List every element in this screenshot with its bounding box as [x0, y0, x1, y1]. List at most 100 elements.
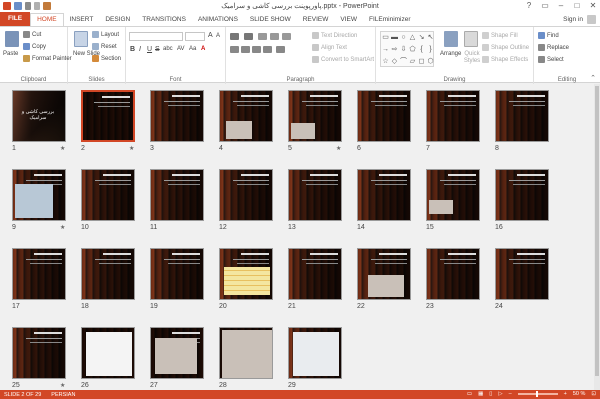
increase-indent-icon[interactable]: [270, 33, 279, 40]
slide-thumbnail[interactable]: [426, 169, 480, 221]
slide-thumbnail[interactable]: [81, 327, 135, 379]
minimize-icon[interactable]: –: [556, 1, 566, 11]
shape-outline-button[interactable]: Shape Outline: [482, 44, 529, 51]
font-color-button[interactable]: A: [201, 46, 205, 52]
reading-view-icon[interactable]: ▯: [489, 391, 492, 397]
slide-thumbnail[interactable]: [495, 169, 549, 221]
paste-button[interactable]: Paste: [3, 51, 18, 57]
slide-thumbnail[interactable]: [288, 327, 342, 379]
transition-star-icon[interactable]: ★: [60, 224, 65, 231]
slide-thumbnail[interactable]: [219, 90, 273, 142]
slide-sorter-view-icon[interactable]: ▦: [478, 391, 483, 397]
slide-thumbnail[interactable]: [81, 90, 135, 142]
layout-button[interactable]: Layout: [92, 31, 119, 38]
align-center-icon[interactable]: [241, 46, 250, 53]
tab-design[interactable]: DESIGN: [99, 14, 136, 26]
shape-item[interactable]: ⬡: [426, 56, 435, 68]
tab-slide-show[interactable]: SLIDE SHOW: [244, 14, 297, 26]
shadow-button[interactable]: abc: [163, 46, 173, 52]
shape-item[interactable]: {: [417, 44, 426, 56]
grow-font-button[interactable]: A: [208, 32, 213, 39]
align-right-icon[interactable]: [252, 46, 261, 53]
cut-button[interactable]: Cut: [23, 31, 41, 38]
change-case-button[interactable]: Aa: [189, 46, 196, 52]
tab-home[interactable]: HOME: [30, 13, 64, 26]
slide-thumbnail[interactable]: [150, 169, 204, 221]
tab-file[interactable]: FILE: [0, 12, 31, 26]
slide-thumbnail[interactable]: [219, 248, 273, 300]
convert-smartart-button[interactable]: Convert to SmartArt: [312, 56, 374, 63]
slide-thumbnail[interactable]: [150, 327, 204, 379]
maximize-icon[interactable]: □: [572, 1, 582, 11]
slideshow-view-icon[interactable]: ▷: [498, 391, 502, 397]
numbering-icon[interactable]: [244, 33, 253, 40]
replace-button[interactable]: Replace: [538, 44, 569, 51]
shape-item[interactable]: }: [426, 44, 435, 56]
shape-item[interactable]: ◻: [417, 56, 426, 68]
transition-star-icon[interactable]: ★: [60, 382, 65, 389]
text-direction-button[interactable]: Text Direction: [312, 32, 357, 39]
normal-view-icon[interactable]: ▭: [467, 391, 472, 397]
slide-thumbnail[interactable]: [357, 90, 411, 142]
bullets-icon[interactable]: [230, 33, 239, 40]
slide-thumbnail[interactable]: [150, 90, 204, 142]
slide-thumbnail[interactable]: [150, 248, 204, 300]
undo-icon[interactable]: [25, 2, 31, 10]
scrollbar-thumb[interactable]: [595, 86, 599, 376]
reset-button[interactable]: Reset: [92, 43, 117, 50]
slide-thumbnail[interactable]: [426, 248, 480, 300]
collapse-ribbon-icon[interactable]: ⌃: [590, 74, 596, 82]
justify-icon[interactable]: [263, 46, 272, 53]
arrange-button[interactable]: Arrange: [440, 51, 461, 57]
select-button[interactable]: Select: [538, 56, 564, 63]
slide-thumbnail[interactable]: [495, 248, 549, 300]
transition-star-icon[interactable]: ★: [129, 145, 134, 152]
shape-item[interactable]: △: [408, 32, 417, 44]
shape-effects-button[interactable]: Shape Effects: [482, 56, 528, 63]
zoom-slider[interactable]: [517, 391, 558, 397]
find-button[interactable]: Find: [538, 32, 559, 39]
quick-styles-button[interactable]: Quick Styles: [461, 51, 483, 65]
shape-item[interactable]: ○: [399, 32, 408, 44]
slide-thumbnail[interactable]: [288, 90, 342, 142]
shape-item[interactable]: ▱: [408, 56, 417, 68]
shape-item[interactable]: ↘: [417, 32, 426, 44]
slide-thumbnail[interactable]: [12, 169, 66, 221]
strikethrough-button[interactable]: S: [155, 46, 160, 53]
align-text-button[interactable]: Align Text: [312, 44, 347, 51]
slide-thumbnail[interactable]: [357, 169, 411, 221]
tab-insert[interactable]: INSERT: [64, 14, 100, 26]
zoom-slider-handle[interactable]: [535, 391, 538, 397]
shape-item[interactable]: ⇩: [399, 44, 408, 56]
character-spacing-button[interactable]: AV: [177, 46, 185, 52]
close-icon[interactable]: ✕: [588, 1, 598, 11]
slide-thumbnail[interactable]: [357, 248, 411, 300]
underline-button[interactable]: U: [147, 46, 152, 53]
slide-thumbnail[interactable]: [219, 169, 273, 221]
shape-item[interactable]: ↖: [426, 32, 435, 44]
slide-thumbnail[interactable]: [219, 327, 273, 379]
help-icon[interactable]: ?: [524, 1, 534, 11]
shapes-gallery[interactable]: ▭ ▬ ○ △ ↘ ↖ → ⇨ ⇩ ⬠ { } ☆ ◇ ⌒ ▱ ◻ ⬡: [380, 31, 434, 67]
copy-button[interactable]: Copy: [23, 43, 46, 50]
shape-item[interactable]: ⇨: [390, 44, 399, 56]
tab-view[interactable]: VIEW: [334, 14, 363, 26]
line-spacing-icon[interactable]: [282, 33, 291, 40]
zoom-level[interactable]: 50 %: [573, 391, 586, 397]
slide-thumbnail[interactable]: بررسی کاشی و سرامیک: [12, 90, 66, 142]
columns-icon[interactable]: [276, 46, 285, 53]
zoom-out-icon[interactable]: –: [509, 391, 512, 397]
tab-animations[interactable]: ANIMATIONS: [192, 14, 244, 26]
decrease-indent-icon[interactable]: [258, 33, 267, 40]
slide-thumbnail[interactable]: [288, 248, 342, 300]
shape-item[interactable]: ◇: [390, 56, 399, 68]
slide-thumbnail[interactable]: [81, 169, 135, 221]
shape-item[interactable]: ⬠: [408, 44, 417, 56]
fit-window-icon[interactable]: ⊡: [591, 391, 596, 397]
sign-in[interactable]: Sign in: [563, 15, 596, 24]
slide-thumbnail[interactable]: [426, 90, 480, 142]
font-name-field[interactable]: [129, 32, 183, 41]
tab-transitions[interactable]: TRANSITIONS: [136, 14, 192, 26]
bold-button[interactable]: B: [130, 46, 135, 53]
slide-thumbnail[interactable]: [81, 248, 135, 300]
